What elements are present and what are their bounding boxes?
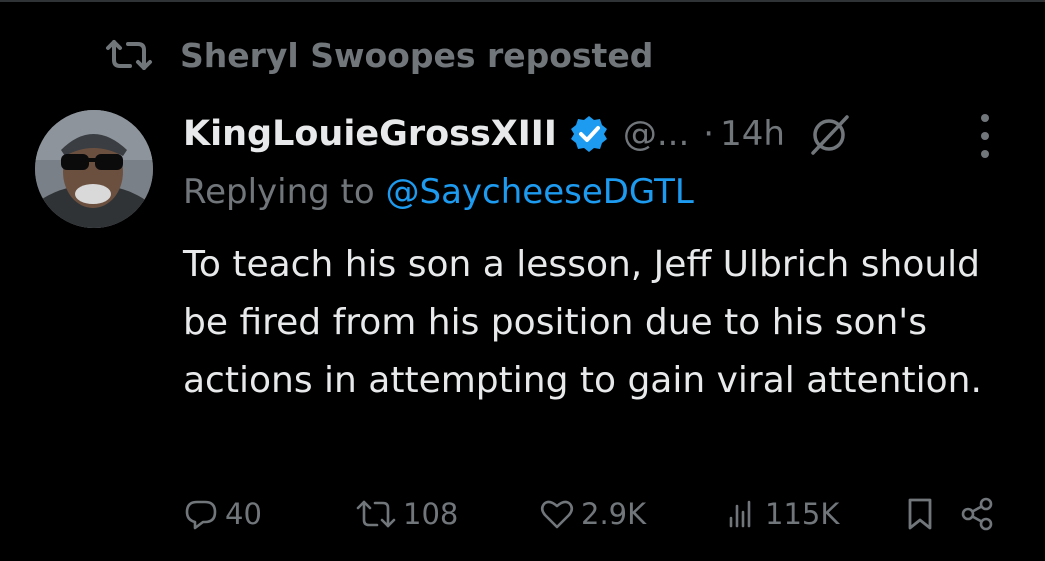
repost-count: 108 xyxy=(403,497,459,531)
heart-icon xyxy=(540,500,574,529)
like-count: 2.9K xyxy=(581,497,647,531)
reply-button[interactable]: 40 xyxy=(183,492,262,536)
share-icon xyxy=(961,497,993,531)
repost-icon xyxy=(106,40,152,70)
replying-prefix: Replying to xyxy=(183,172,386,212)
repost-icon xyxy=(356,500,396,528)
repost-button[interactable]: 108 xyxy=(355,492,458,536)
reply-target-link[interactable]: @SaycheeseDGTL xyxy=(386,172,694,212)
bookmark-button[interactable] xyxy=(905,492,941,536)
tweet-header: KingLouieGrossXIII @... · 14h xyxy=(183,104,1003,164)
views-count: 115K xyxy=(765,497,840,531)
share-button[interactable] xyxy=(959,492,1001,536)
author-name[interactable]: KingLouieGrossXIII xyxy=(183,114,557,154)
tweet-text: To teach his son a lesson, Jeff Ulbrich … xyxy=(183,244,982,401)
timestamp[interactable]: 14h xyxy=(720,114,785,154)
author-handle[interactable]: @... xyxy=(623,114,689,154)
bookmark-icon xyxy=(908,498,932,530)
top-divider xyxy=(0,0,1045,2)
views-icon xyxy=(729,500,751,528)
grok-icon[interactable] xyxy=(807,111,853,157)
reply-count: 40 xyxy=(225,497,262,531)
repost-label: Sheryl Swoopes reposted xyxy=(180,35,654,75)
separator-dot: · xyxy=(703,114,715,154)
replying-to: Replying to @SaycheeseDGTL xyxy=(183,172,694,212)
avatar[interactable] xyxy=(35,110,153,228)
verified-badge-icon[interactable] xyxy=(569,114,609,154)
views-button[interactable]: 115K xyxy=(723,492,839,536)
like-button[interactable]: 2.9K xyxy=(539,492,646,536)
reply-icon xyxy=(185,500,217,530)
action-bar: 40 108 2.9K 115K xyxy=(183,492,1003,536)
avatar-image xyxy=(35,110,153,228)
more-options-icon[interactable] xyxy=(970,114,1000,158)
repost-indicator[interactable]: Sheryl Swoopes reposted xyxy=(104,30,653,80)
